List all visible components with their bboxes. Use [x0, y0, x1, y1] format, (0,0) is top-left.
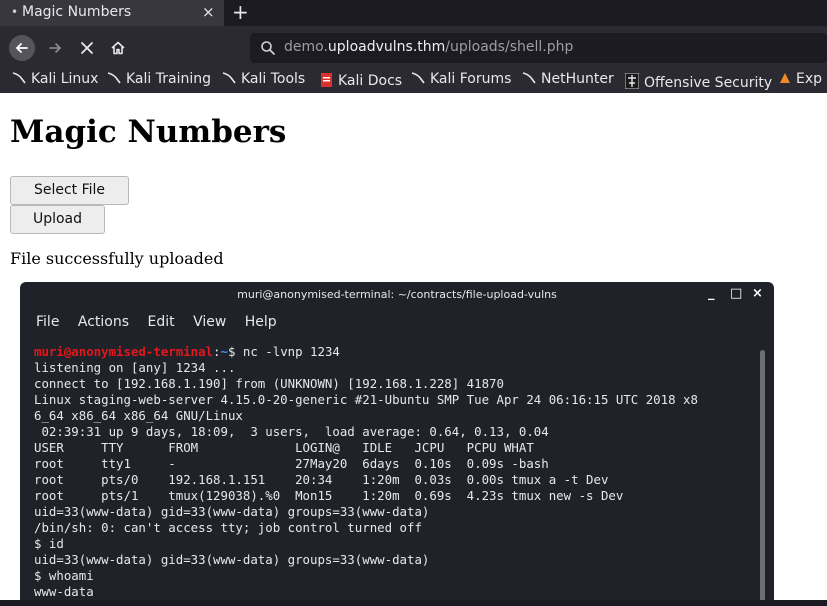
prompt-path: ~ [220, 344, 228, 359]
stop-x-icon [81, 42, 93, 54]
upload-status-message: File successfully uploaded [10, 249, 224, 268]
bookmark-label: Offensive Security [644, 75, 773, 91]
prompt-separator: : [213, 344, 221, 359]
bookmark-exploit-db[interactable]: Exp [779, 71, 822, 87]
terminal-line: $ id [34, 536, 64, 551]
kali-dragon-icon [222, 71, 236, 87]
bookmark-label: Kali Docs [338, 73, 403, 89]
kali-docs-icon [320, 71, 333, 89]
bookmarks-toolbar: Kali Linux Kali Training Kali Tools Kali… [0, 68, 827, 93]
terminal-line: root pts/1 tmux(129038).%0 Mon15 1:20m 0… [34, 488, 624, 503]
bookmark-kali-linux[interactable]: Kali Linux [12, 71, 98, 87]
bookmark-kali-training[interactable]: Kali Training [107, 71, 211, 87]
url-text: demo.uploadvulns.thm/uploads/shell.php [284, 39, 573, 55]
terminal-line: uid=33(www-data) gid=33(www-data) groups… [34, 504, 430, 519]
terminal-scrollbar[interactable] [760, 350, 765, 606]
bookmark-label: Kali Tools [241, 71, 306, 87]
bookmark-kali-tools[interactable]: Kali Tools [222, 71, 305, 87]
terminal-title: muri@anonymised-terminal: ~/contracts/fi… [237, 288, 557, 301]
terminal-command: nc -lvnp 1234 [235, 344, 340, 359]
minimize-button[interactable]: _ [708, 286, 715, 301]
menu-actions[interactable]: Actions [78, 314, 129, 330]
terminal-output[interactable]: muri@anonymised-terminal:~$ nc -lvnp 123… [34, 344, 698, 600]
menu-file[interactable]: File [36, 314, 59, 330]
address-bar[interactable]: demo.uploadvulns.thm/uploads/shell.php [250, 33, 827, 63]
terminal-line: 02:39:31 up 9 days, 18:09, 3 users, load… [34, 424, 549, 439]
back-button[interactable] [9, 35, 35, 61]
menu-view[interactable]: View [193, 314, 226, 330]
tab-close-icon[interactable]: × [202, 3, 215, 21]
bookmark-label: Kali Linux [31, 71, 99, 87]
url-subdomain: demo. [284, 39, 328, 55]
kali-dragon-icon [12, 71, 26, 87]
terminal-line: /bin/sh: 0: can't access tty; job contro… [34, 520, 422, 535]
terminal-line: USER TTY FROM LOGIN@ IDLE JCPU PCPU WHAT [34, 440, 534, 455]
tab-magic-numbers[interactable]: • Magic Numbers × [0, 0, 224, 26]
tab-bar: • Magic Numbers × + [0, 0, 827, 26]
terminal-line: www-data [34, 584, 94, 599]
terminal-line: uid=33(www-data) gid=33(www-data) groups… [34, 552, 430, 567]
terminal-window[interactable]: muri@anonymised-terminal: ~/contracts/fi… [20, 282, 774, 606]
stop-button[interactable] [74, 35, 100, 61]
terminal-line: 6_64 x86_64 x86_64 GNU/Linux [34, 408, 243, 423]
menu-help[interactable]: Help [245, 314, 277, 330]
home-button[interactable] [105, 35, 131, 61]
url-path: /uploads/shell.php [445, 39, 574, 55]
maximize-button[interactable]: □ [730, 286, 742, 301]
offsec-icon [624, 71, 640, 91]
search-icon [261, 41, 275, 55]
terminal-line: $ whoami [34, 568, 94, 583]
navigation-bar: demo.uploadvulns.thm/uploads/shell.php [0, 26, 827, 68]
bookmark-nethunter[interactable]: NetHunter [522, 71, 614, 87]
terminal-line: Linux staging-web-server 4.15.0-20-gener… [34, 392, 698, 407]
url-domain: uploadvulns.thm [327, 39, 446, 55]
bookmark-offensive-security[interactable]: Offensive Security [624, 71, 773, 91]
terminal-line: connect to [192.168.1.190] from (UNKNOWN… [34, 376, 504, 391]
bookmark-label: NetHunter [541, 71, 614, 87]
bookmark-kali-docs[interactable]: Kali Docs [320, 71, 402, 89]
bookmark-label: Kali Forums [430, 71, 512, 87]
close-window-button[interactable]: × [752, 286, 763, 301]
upload-button[interactable]: Upload [10, 205, 105, 234]
tab-title: Magic Numbers [22, 4, 132, 20]
bookmark-label: Kali Training [126, 71, 211, 87]
home-icon [111, 41, 125, 55]
forward-arrow-icon [49, 43, 62, 53]
prompt-user: muri@anonymised-terminal [34, 344, 214, 359]
tab-loading-dot: • [11, 5, 19, 19]
page-title: Magic Numbers [10, 114, 287, 150]
terminal-line: listening on [any] 1234 ... [34, 360, 236, 375]
terminal-line: root pts/0 192.168.1.151 20:34 1:20m 0.0… [34, 472, 609, 487]
terminal-line: root tty1 - 27May20 6days 0.10s 0.09s -b… [34, 456, 549, 471]
kali-dragon-icon [107, 71, 121, 87]
select-file-button[interactable]: Select File [10, 176, 129, 205]
kali-dragon-icon [411, 71, 425, 87]
exploit-db-icon [779, 71, 791, 87]
menu-edit[interactable]: Edit [147, 314, 174, 330]
bottom-edge [0, 600, 827, 606]
bookmark-kali-forums[interactable]: Kali Forums [411, 71, 511, 87]
new-tab-button[interactable]: + [232, 0, 249, 24]
kali-dragon-icon [522, 71, 536, 87]
back-arrow-icon [15, 43, 28, 53]
bookmark-label: Exp [796, 71, 823, 87]
forward-button[interactable] [42, 35, 68, 61]
terminal-menubar: File Actions Edit View Help [36, 314, 291, 330]
